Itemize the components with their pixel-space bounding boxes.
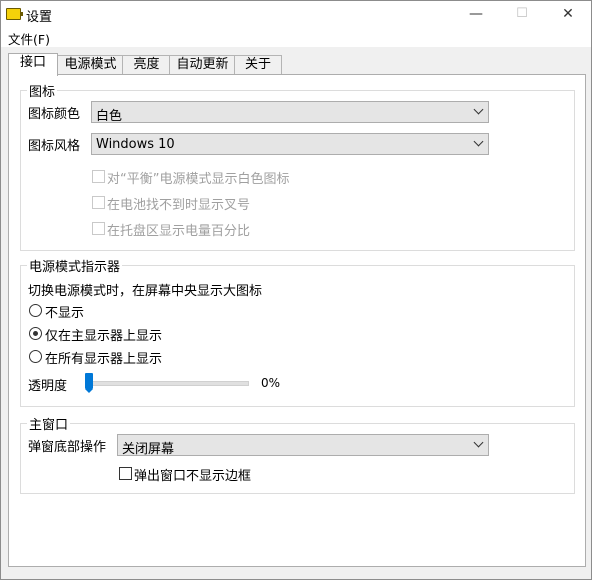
icon-style-value: Windows 10: [96, 137, 175, 152]
radio-dot: [33, 331, 38, 336]
menu-bar: 文件(F): [1, 27, 591, 47]
tray-percentage-label: 在托盘区显示电量百分比: [107, 224, 251, 239]
white-icon-balanced-checkbox[interactable]: [92, 170, 105, 183]
opacity-slider-thumb[interactable]: [85, 373, 93, 393]
tab-brightness[interactable]: 亮度: [122, 55, 171, 75]
tab-about[interactable]: 关于: [234, 55, 282, 75]
popup-action-label: 弹窗底部操作: [28, 440, 107, 455]
tab-power-mode[interactable]: 电源模式: [57, 55, 124, 75]
battery-missing-cross-checkbox[interactable]: [92, 196, 105, 209]
close-button[interactable]: ✕: [545, 1, 591, 27]
battery-icon: [6, 8, 23, 20]
title-bar: 设置 — ☐ ✕: [1, 1, 591, 27]
borderless-popup-label: 弹出窗口不显示边框: [134, 469, 252, 484]
opacity-value: 0%: [261, 376, 281, 390]
icon-style-label: 图标风格: [28, 139, 81, 154]
icon-color-value: 白色: [96, 109, 123, 124]
tray-percentage-checkbox[interactable]: [92, 222, 105, 235]
popup-action-select[interactable]: 关闭屏幕: [117, 434, 489, 457]
menu-file[interactable]: 文件(F): [8, 29, 50, 48]
radio-all-displays[interactable]: [29, 350, 42, 363]
tab-interface[interactable]: 接口: [8, 53, 58, 76]
settings-window: 设置 — ☐ ✕ 文件(F) 接口 电源模式 亮度 自动更新 关于 图标 图标颜…: [0, 0, 592, 580]
radio-all-displays-label: 在所有显示器上显示: [45, 352, 163, 367]
white-icon-balanced-label: 对“平衡”电源模式显示白色图标: [107, 172, 290, 187]
battery-missing-cross-label: 在电池找不到时显示叉号: [107, 198, 251, 213]
chevron-down-icon: [473, 136, 484, 147]
opacity-slider-track[interactable]: [85, 381, 249, 386]
tab-auto-update[interactable]: 自动更新: [169, 55, 236, 75]
opacity-label: 透明度: [28, 379, 68, 394]
popup-action-value: 关闭屏幕: [122, 442, 175, 457]
icon-style-select[interactable]: Windows 10: [91, 133, 489, 155]
chevron-down-icon: [473, 104, 484, 115]
indicator-description: 切换电源模式时，在屏幕中央显示大图标: [28, 284, 263, 299]
icon-group-legend: 图标: [29, 85, 56, 100]
icon-color-select[interactable]: 白色: [91, 101, 489, 124]
window-title: 设置: [26, 10, 53, 25]
main-window-group-legend: 主窗口: [29, 418, 69, 433]
tab-panel: 图标 图标颜色 白色 图标风格 Windows 10 对“平衡”电源模式显示白色…: [8, 74, 586, 567]
icon-color-label: 图标颜色: [28, 107, 81, 122]
chevron-down-icon: [473, 437, 484, 448]
maximize-button[interactable]: ☐: [499, 1, 545, 27]
borderless-popup-checkbox[interactable]: [119, 467, 132, 480]
radio-primary-only[interactable]: [29, 327, 42, 340]
radio-primary-only-label: 仅在主显示器上显示: [45, 329, 163, 344]
minimize-button[interactable]: —: [453, 1, 499, 27]
radio-hide[interactable]: [29, 304, 42, 317]
indicator-group-legend: 电源模式指示器: [29, 260, 121, 275]
radio-hide-label: 不显示: [45, 306, 85, 321]
